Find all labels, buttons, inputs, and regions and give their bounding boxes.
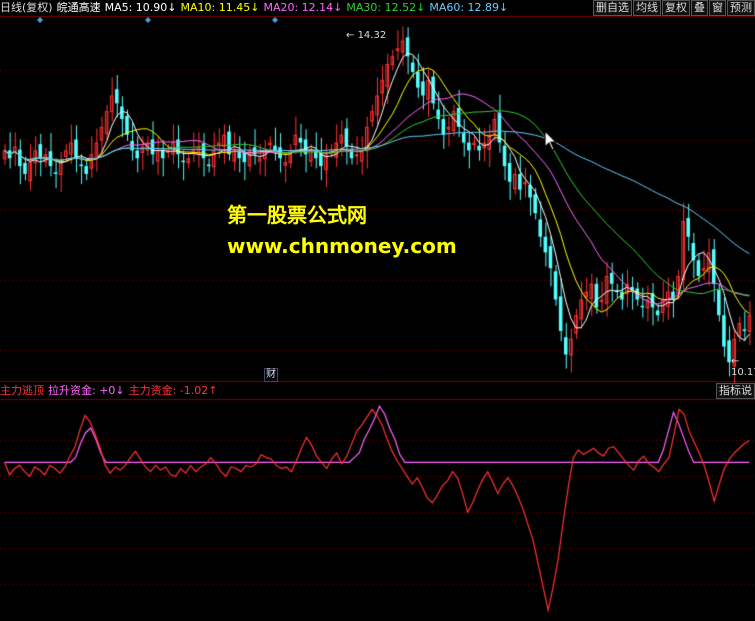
stock-name: 皖通高速 [56,1,101,14]
low-price-annotation: ← 10.17 [731,356,755,378]
stock-chart-canvas[interactable] [0,0,755,621]
moving-average-button[interactable]: 均线 [633,0,661,16]
watermark-url: www.chnmoney.com [227,234,457,258]
indicator-title[interactable]: 主力逃顶 [0,384,44,397]
ma10-label: MA10: 11.45↓ [180,1,260,14]
indicator-series-main: 主力资金: -1.02↑ [128,384,218,397]
ma30-label: MA30: 12.52↓ [346,1,426,14]
toolbar: 删自选 均线 复权 叠 窗 预测 [592,0,755,16]
indicator-header: 主力逃顶 拉升资金: +0↓ 主力资金: -1.02↑ [0,383,222,399]
remove-watchlist-button[interactable]: 删自选 [593,0,632,16]
high-price-annotation: ← 14.32 [346,30,387,41]
indicator-help-button[interactable]: 指标说 [716,383,755,399]
window-button[interactable]: 窗 [709,0,726,16]
ma60-label: MA60: 12.89↓ [429,1,509,14]
ma20-label: MA20: 12.14↓ [263,1,343,14]
finance-marker[interactable]: 财 [264,368,278,382]
forecast-button[interactable]: 预测 [727,0,755,16]
period-label[interactable]: 日线(复权) [0,1,53,14]
low-price-value: 10.17 [731,367,755,378]
overlay-button[interactable]: 叠 [691,0,708,16]
indicator-series-lift: 拉升资金: +0↓ [48,384,125,397]
chart-header: 日线(复权) 皖通高速 MA5: 10.90↓ MA10: 11.45↓ MA20: 1… [0,0,512,16]
high-price-value: 14.32 [357,30,387,41]
ma5-label: MA5: 10.90↓ [104,1,177,14]
watermark-title: 第一股票公式网 [227,203,367,227]
adjust-price-button[interactable]: 复权 [662,0,690,16]
